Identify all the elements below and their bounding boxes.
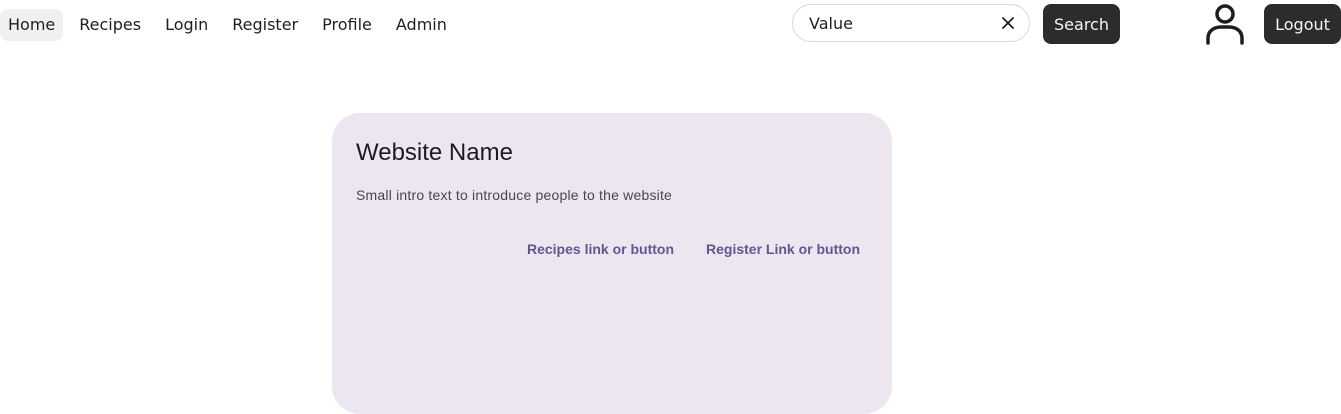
search-box [792, 4, 1030, 42]
nav-item-register[interactable]: Register [224, 9, 306, 41]
nav-item-admin[interactable]: Admin [388, 9, 455, 41]
close-icon[interactable] [1001, 16, 1015, 30]
card-actions: Recipes link or button Register Link or … [507, 233, 872, 265]
nav-item-recipes[interactable]: Recipes [71, 9, 149, 41]
intro-text: Small intro text to introduce people to … [356, 187, 673, 203]
nav-item-home[interactable]: Home [0, 9, 64, 41]
logout-button[interactable]: Logout [1264, 4, 1341, 44]
user-icon[interactable] [1204, 3, 1246, 45]
website-title: Website Name [356, 139, 513, 166]
register-link[interactable]: Register Link or button [694, 233, 872, 265]
nav-item-login[interactable]: Login [157, 9, 216, 41]
nav-item-profile[interactable]: Profile [314, 9, 380, 41]
recipes-link[interactable]: Recipes link or button [515, 233, 686, 265]
hero-card: Website Name Small intro text to introdu… [332, 113, 892, 414]
main-nav: Home Recipes Login Register Profile Admi… [0, 9, 463, 41]
search-input[interactable] [809, 13, 989, 33]
search-button[interactable]: Search [1043, 4, 1120, 44]
